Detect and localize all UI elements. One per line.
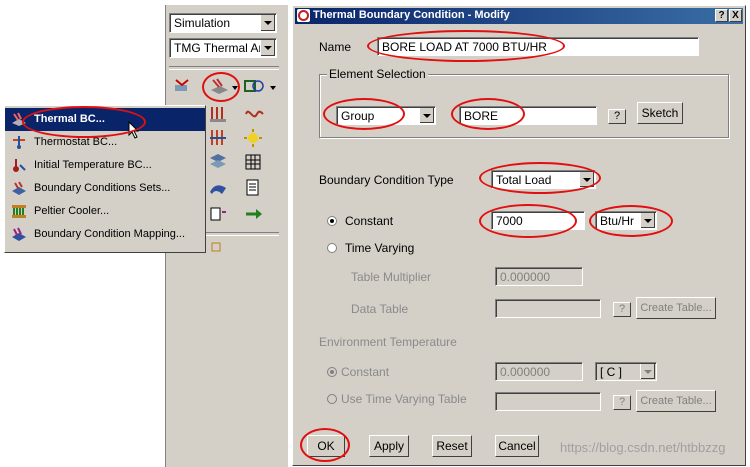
constant-value-input[interactable]: 7000 xyxy=(491,211,585,230)
boundary-condition-icon[interactable] xyxy=(208,76,230,96)
heat-flux-icon[interactable] xyxy=(208,104,230,124)
grid-icon[interactable] xyxy=(243,152,265,172)
dialog-title: Thermal Boundary Condition - Modify xyxy=(313,9,510,21)
env-unit-dropdown[interactable]: [ C ] xyxy=(595,362,657,381)
element-help-button[interactable]: ? xyxy=(608,109,626,124)
menu-item-boundary-conditions-sets[interactable]: Boundary Conditions Sets... xyxy=(5,177,205,200)
menu-item-label: Peltier Cooler... xyxy=(34,205,110,217)
chevron-down-icon[interactable] xyxy=(260,15,275,31)
sketch-button[interactable]: Sketch xyxy=(637,102,683,124)
chevron-down-icon[interactable] xyxy=(579,172,594,187)
data-table-help-button[interactable]: ? xyxy=(613,302,631,317)
thermal-bc-toolbar-icon[interactable] xyxy=(172,76,194,96)
env-constant-input[interactable]: 0.000000 xyxy=(495,362,583,381)
selection-type-dropdown[interactable]: Group xyxy=(336,106,436,125)
menu-item-boundary-condition-mapping[interactable]: Boundary Condition Mapping... xyxy=(5,223,205,246)
unit-value: Btu/Hr xyxy=(600,214,635,228)
use-time-varying-radio[interactable] xyxy=(327,394,337,404)
chevron-down-icon[interactable] xyxy=(640,213,655,228)
thermal-bc-icon xyxy=(11,112,27,127)
name-label: Name xyxy=(319,40,352,54)
menu-item-label: Boundary Conditions Sets... xyxy=(34,182,171,194)
use-time-varying-label: Use Time Varying Table xyxy=(341,392,467,406)
menu-item-label: Boundary Condition Mapping... xyxy=(34,228,186,240)
module-icon[interactable] xyxy=(208,204,230,224)
mouse-cursor-icon xyxy=(128,120,140,142)
env-temperature-label: Environment Temperature xyxy=(319,335,457,349)
peltier-icon xyxy=(11,204,27,219)
context-menu: Thermal BC... Thermostat BC... Initial T… xyxy=(4,105,206,253)
create-table-button[interactable]: Create Table... xyxy=(636,297,716,319)
menu-item-thermostat-bc[interactable]: Thermostat BC... xyxy=(5,131,205,154)
dropdown-arrow-icon[interactable] xyxy=(270,86,276,90)
application-dropdown-value: Simulation xyxy=(174,16,231,30)
cancel-button[interactable]: Cancel xyxy=(495,435,539,457)
bc-type-value: Total Load xyxy=(496,173,552,187)
heat-load-icon[interactable] xyxy=(243,76,265,96)
time-varying-label: Time Varying xyxy=(345,241,415,255)
app-icon xyxy=(297,9,310,22)
bc-type-dropdown[interactable]: Total Load xyxy=(491,170,596,189)
menu-item-label: Initial Temperature BC... xyxy=(34,159,152,171)
group-name-input[interactable]: BORE xyxy=(459,106,597,125)
name-input[interactable]: BORE LOAD AT 7000 BTU/HR xyxy=(377,37,699,56)
group-name-value: BORE xyxy=(464,109,499,123)
apply-button[interactable]: Apply xyxy=(369,435,409,457)
watermark: https://blog.csdn.net/htbbzzg xyxy=(560,440,726,455)
env-constant-label: Constant xyxy=(341,365,390,379)
chevron-down-icon[interactable] xyxy=(640,364,655,379)
bc-type-label: Boundary Condition Type xyxy=(319,173,454,187)
bc-sets-icon xyxy=(11,181,27,196)
thermostat-icon xyxy=(11,135,27,150)
convection-icon[interactable] xyxy=(243,104,265,124)
analysis-type-dropdown[interactable]: TMG Thermal Anal xyxy=(169,38,277,58)
close-icon: X xyxy=(732,10,739,21)
chevron-down-icon[interactable] xyxy=(419,108,434,123)
unit-dropdown[interactable]: Btu/Hr xyxy=(595,211,657,230)
shape-icon[interactable] xyxy=(208,239,230,259)
initial-temperature-icon xyxy=(11,158,27,173)
menu-item-thermal-bc[interactable]: Thermal BC... xyxy=(5,108,205,131)
constant-label: Constant xyxy=(345,214,394,228)
close-title-button[interactable]: X xyxy=(729,9,742,22)
thermal-bc-dialog: Thermal Boundary Condition - Modify ? X … xyxy=(292,5,746,466)
table-multiplier-input[interactable]: 0.000000 xyxy=(495,267,583,286)
application-dropdown[interactable]: Simulation xyxy=(169,13,277,33)
time-varying-radio[interactable] xyxy=(327,243,337,253)
radiation-icon[interactable] xyxy=(243,128,265,148)
toolbar-divider xyxy=(169,66,279,70)
constant-radio[interactable] xyxy=(327,216,337,226)
env-table-input[interactable] xyxy=(495,392,601,411)
name-input-value: BORE LOAD AT 7000 BTU/HR xyxy=(382,40,547,54)
env-constant-radio[interactable] xyxy=(327,367,337,377)
document-icon[interactable] xyxy=(243,178,265,198)
element-selection-legend: Element Selection xyxy=(327,67,428,81)
data-table-label: Data Table xyxy=(351,302,409,316)
surface-icon[interactable] xyxy=(208,178,230,198)
selection-type-value: Group xyxy=(341,109,375,123)
env-constant-value: 0.000000 xyxy=(500,365,551,379)
menu-item-label: Thermal BC... xyxy=(34,113,105,125)
constant-value: 7000 xyxy=(496,214,523,228)
bc-mapping-icon xyxy=(11,227,27,242)
ok-button[interactable]: OK xyxy=(307,435,345,457)
data-table-input[interactable] xyxy=(495,299,601,318)
env-create-table-button[interactable]: Create Table... xyxy=(636,390,716,412)
dropdown-arrow-icon[interactable] xyxy=(232,86,238,90)
mesh-icon[interactable] xyxy=(208,152,230,172)
menu-item-initial-temperature-bc[interactable]: Initial Temperature BC... xyxy=(5,154,205,177)
menu-item-peltier-cooler[interactable]: Peltier Cooler... xyxy=(5,200,205,223)
table-multiplier-value: 0.000000 xyxy=(500,270,551,284)
chevron-down-icon[interactable] xyxy=(260,40,275,56)
table-multiplier-label: Table Multiplier xyxy=(351,270,432,284)
dialog-title-bar: Thermal Boundary Condition - Modify ? X xyxy=(295,8,743,24)
reset-button[interactable]: Reset xyxy=(432,435,472,457)
env-unit-value: [ C ] xyxy=(600,365,623,379)
arrow-right-icon[interactable] xyxy=(243,204,265,224)
thermal-coupling-icon[interactable] xyxy=(208,128,230,148)
env-help-button[interactable]: ? xyxy=(613,395,631,410)
help-title-button[interactable]: ? xyxy=(715,9,728,22)
menu-item-label: Thermostat BC... xyxy=(34,136,118,148)
